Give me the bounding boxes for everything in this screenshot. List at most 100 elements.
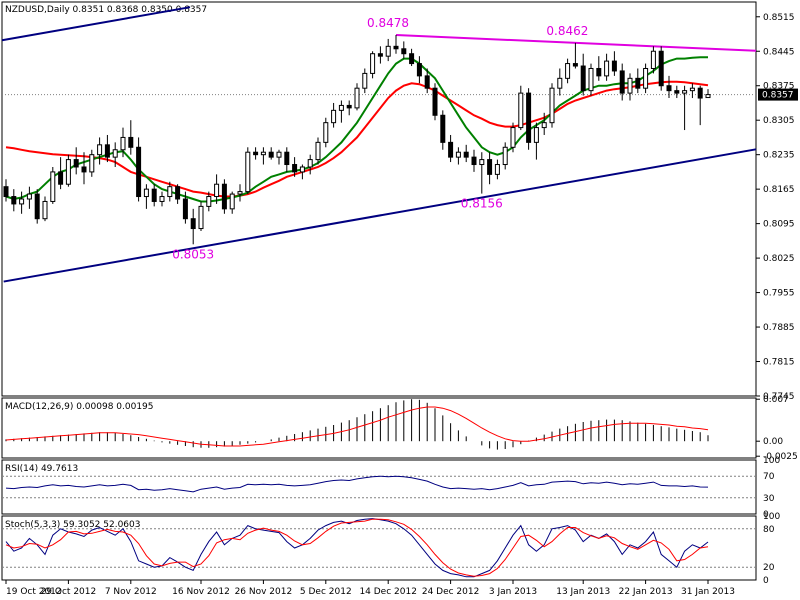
candle-body <box>697 87 703 99</box>
x-tick-label: 7 Nov 2012 <box>105 587 157 597</box>
candle-body <box>151 188 157 202</box>
candle-body <box>705 94 711 99</box>
candle-body <box>627 77 633 94</box>
candle-body <box>689 87 695 92</box>
candle-body <box>136 146 142 198</box>
x-tick-label: 5 Dec 2012 <box>300 587 352 597</box>
candle-body <box>510 127 516 148</box>
price-tick-label: 0.8305 <box>763 116 795 126</box>
candle-body <box>175 186 181 200</box>
candle-body <box>518 92 524 129</box>
candle-body <box>221 183 227 210</box>
candle-body <box>112 149 118 158</box>
candle-body <box>214 183 220 198</box>
candle-body <box>650 50 656 69</box>
candle-body <box>611 60 617 72</box>
candle-body <box>604 60 610 77</box>
candle-body <box>424 75 430 89</box>
price-tick-label: 0.7955 <box>763 289 795 299</box>
candle-body <box>128 136 134 148</box>
last-price-label: 0.8357 <box>762 91 794 101</box>
candle-body <box>526 92 532 143</box>
stoch-tick-label: 100 <box>763 512 780 522</box>
candle-body <box>26 193 32 200</box>
candle-body <box>253 151 259 156</box>
price-tick-label: 0.8445 <box>763 47 795 57</box>
rsi-tick-label: 30 <box>763 494 775 504</box>
candle-body <box>167 186 173 198</box>
candle-body <box>565 63 571 79</box>
candle-body <box>362 72 368 89</box>
candle-body <box>81 166 87 173</box>
candle-body <box>42 200 48 220</box>
x-tick-label: 26 Nov 2012 <box>235 587 293 597</box>
candle-body <box>572 63 578 67</box>
candle-body <box>338 104 344 111</box>
candle-body <box>588 67 594 92</box>
rsi-header: RSI(14) 49.7613 <box>5 464 78 474</box>
x-tick-label: 22 Jan 2013 <box>619 587 673 597</box>
candle-body <box>206 196 212 207</box>
x-tick-label: 14 Dec 2012 <box>359 587 417 597</box>
candle-body <box>416 63 422 77</box>
candle-body <box>104 144 110 158</box>
candle-body <box>635 77 641 89</box>
candle-body <box>432 87 438 116</box>
macd-tick-label: 0.007 <box>763 395 789 405</box>
candle-body <box>354 87 360 109</box>
candle-body <box>502 146 508 166</box>
candle-body <box>260 151 266 156</box>
candle-body <box>479 159 485 166</box>
candle-body <box>487 159 493 175</box>
candle-body <box>682 90 688 94</box>
candle-body <box>268 151 274 158</box>
candle-body <box>549 87 555 124</box>
stoch-tick-label: 80 <box>763 525 775 535</box>
x-tick-label: 3 Jan 2013 <box>489 587 537 597</box>
candle-body <box>58 171 64 185</box>
candle-body <box>245 151 251 193</box>
candle-body <box>463 151 469 158</box>
candle-body <box>596 67 602 77</box>
price-tick-label: 0.8515 <box>763 13 795 23</box>
candle-body <box>658 50 664 87</box>
pivot-annotation-label: 0.8053 <box>172 247 214 261</box>
candle-body <box>409 53 415 65</box>
x-tick-label: 29 Oct 2012 <box>41 587 97 597</box>
x-tick-label: 24 Dec 2012 <box>422 587 480 597</box>
candle-body <box>182 198 188 220</box>
candle-body <box>401 48 407 55</box>
candle-body <box>307 159 313 168</box>
stoch-tick-label: 0 <box>763 576 769 586</box>
candle-body <box>377 53 383 57</box>
candle-body <box>619 70 625 94</box>
candle-body <box>315 141 321 161</box>
candle-body <box>643 67 649 89</box>
price-tick-label: 0.7885 <box>763 323 795 333</box>
candle-body <box>292 164 298 173</box>
pivot-annotation-label: 0.8478 <box>367 16 409 30</box>
candle-body <box>65 159 71 185</box>
candle-body <box>331 109 337 124</box>
candle-body <box>541 122 547 129</box>
candle-body <box>159 196 165 202</box>
candle-body <box>494 164 500 175</box>
candle-body <box>190 218 196 230</box>
candle-body <box>346 104 352 109</box>
candle-body <box>666 85 672 92</box>
candle-body <box>448 141 454 158</box>
price-tick-label: 0.8235 <box>763 151 795 161</box>
candle-body <box>237 191 243 195</box>
macd-header: MACD(12,26,9) 0.00098 0.00195 <box>5 402 154 412</box>
candle-body <box>323 122 329 143</box>
candle-body <box>557 77 563 89</box>
candle-body <box>284 151 290 166</box>
candle-body <box>370 53 376 74</box>
candle-body <box>11 196 17 205</box>
stoch-header: Stoch(5,3,3) 59.3052 52.0603 <box>5 520 140 530</box>
candle-body <box>97 144 103 156</box>
candle-body <box>276 151 282 158</box>
pivot-annotation-label: 0.8462 <box>546 24 588 38</box>
pivot-annotation-label: 0.8156 <box>461 197 503 211</box>
candle-body <box>385 45 391 57</box>
